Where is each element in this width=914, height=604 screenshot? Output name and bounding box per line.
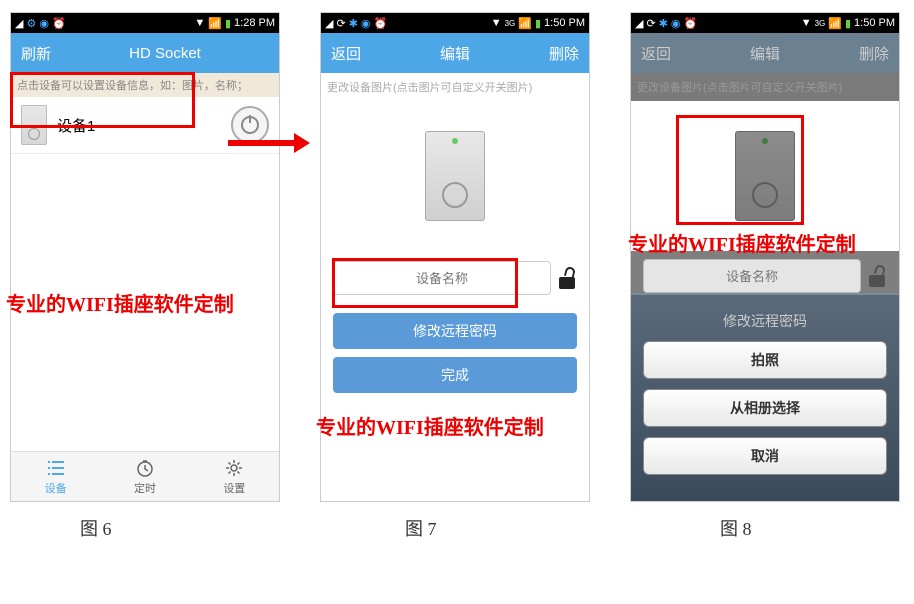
hint-text: 点击设备可以设置设备信息，如：图片，名称； [11,73,279,97]
sync-icon: ⟳ [646,17,655,30]
delete-button[interactable]: 删除 [549,43,579,64]
watermark-3: 专业的WIFI插座软件定制 [628,228,856,257]
app-title: HD Socket [129,45,201,62]
device-image[interactable] [425,131,485,221]
status-bar: ◢ ⚙ ◉ ⏰ ▼ 📶 ▮ 1:28 PM [11,13,279,33]
signal-strength-icon: 📶 [518,17,532,30]
watermark-1: 专业的WIFI插座软件定制 [6,288,234,317]
caption-8: 图 8 [720,515,752,541]
wifi-icon: ▼ [194,17,205,29]
clock-icon [135,458,155,478]
back-button: 返回 [641,43,671,64]
refresh-button[interactable]: 刷新 [21,43,51,64]
clock-text: 1:28 PM [234,17,275,29]
wifi-icon: ▼ [801,17,812,29]
caption-7: 图 7 [405,515,437,541]
status-bar: ◢ ⟳ ✱ ◉ ⏰ ▼ 3G 📶 ▮ 1:50 PM [321,13,589,33]
list-icon [46,458,66,478]
bluetooth-icon: ✱ [659,17,668,30]
top-bar: 刷新 HD Socket [11,33,279,73]
battery-icon: ▮ [845,17,851,30]
delete-button: 删除 [859,43,889,64]
gear-icon [224,458,244,478]
back-button[interactable]: 返回 [331,43,361,64]
unlock-icon[interactable] [559,267,577,289]
phone-screen-1: ◢ ⚙ ◉ ⏰ ▼ 📶 ▮ 1:28 PM 刷新 HD Socket 点击设备可… [10,12,280,502]
tab-settings[interactable]: 设置 [190,452,279,501]
page-title: 编辑 [750,43,780,64]
network-icon: 3G [505,19,516,28]
signal-strength-icon: 📶 [828,17,842,30]
power-button[interactable] [231,106,269,144]
top-bar: 返回 编辑 删除 [321,33,589,73]
done-button[interactable]: 完成 [333,357,577,393]
caption-6: 图 6 [80,515,112,541]
bottom-tabs: 设备 定时 设置 [11,451,279,501]
sheet-title: 修改远程密码 [643,311,887,331]
signal-strength-icon: 📶 [208,17,222,30]
device-image [735,131,795,221]
phone-screen-3: ◢ ⟳ ✱ ◉ ⏰ ▼ 3G 📶 ▮ 1:50 PM 返回 编辑 删除 更改设备… [630,12,900,502]
cancel-button[interactable]: 取消 [643,437,887,475]
watermark-2: 专业的WIFI插座软件定制 [316,411,544,440]
bluetooth-icon: ⚙ [26,17,36,30]
top-bar: 返回 编辑 删除 [631,33,899,73]
app-icon: ◉ [39,17,49,30]
arrow-icon [228,140,296,146]
signal-icon: ◢ [325,17,333,30]
alarm-icon: ⏰ [374,17,388,30]
alarm-icon: ⏰ [52,17,66,30]
app-icon: ◉ [671,17,681,30]
sync-icon: ⟳ [336,17,345,30]
clock-text: 1:50 PM [544,17,585,29]
status-bar: ◢ ⟳ ✱ ◉ ⏰ ▼ 3G 📶 ▮ 1:50 PM [631,13,899,33]
page-title: 编辑 [440,43,470,64]
hint-text: 更改设备图片(点击图片可自定义开关图片) [631,73,899,101]
tab-timer[interactable]: 定时 [100,452,189,501]
wifi-icon: ▼ [491,17,502,29]
edit-password-button[interactable]: 修改远程密码 [333,313,577,349]
app-icon: ◉ [361,17,371,30]
unlock-icon [869,265,887,287]
power-icon [241,116,259,134]
album-button[interactable]: 从相册选择 [643,389,887,427]
device-name: 设备1 [57,115,95,136]
clock-text: 1:50 PM [854,17,895,29]
action-sheet: 修改远程密码 拍照 从相册选择 取消 [631,293,899,501]
battery-icon: ▮ [225,17,231,30]
tab-devices[interactable]: 设备 [11,452,100,501]
signal-icon: ◢ [15,17,23,30]
network-icon: 3G [815,19,826,28]
device-name-input [643,259,861,293]
alarm-icon: ⏰ [684,17,698,30]
hint-text: 更改设备图片(点击图片可自定义开关图片) [321,73,589,101]
battery-icon: ▮ [535,17,541,30]
bluetooth-icon: ✱ [349,17,358,30]
signal-icon: ◢ [635,17,643,30]
device-name-input[interactable] [333,261,551,295]
camera-button[interactable]: 拍照 [643,341,887,379]
device-thumbnail [21,105,47,145]
